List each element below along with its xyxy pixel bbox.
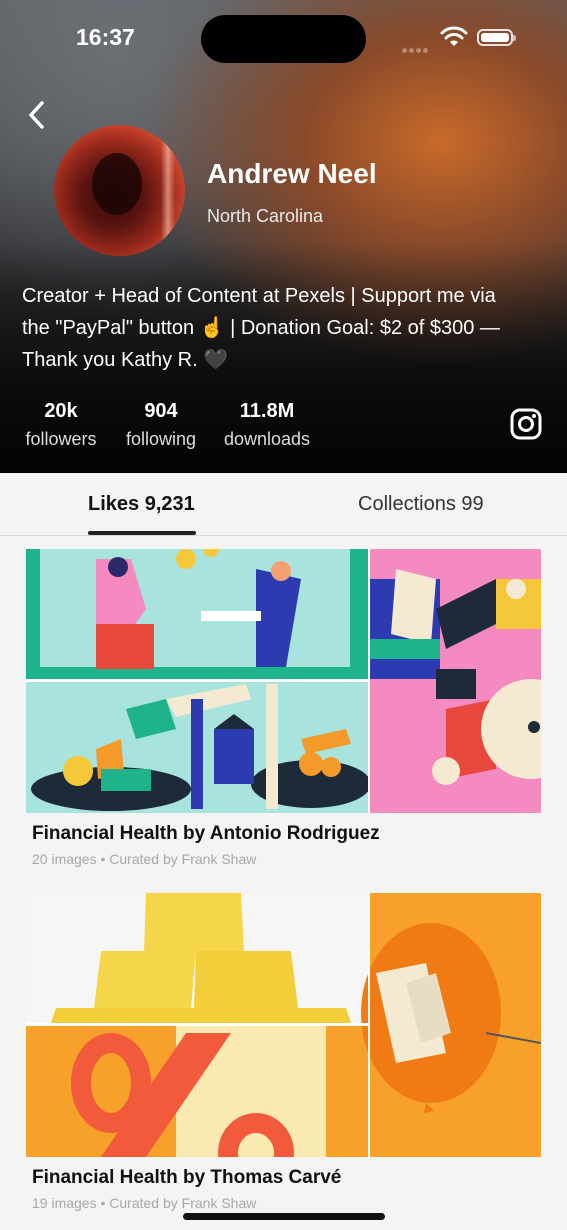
profile-location: North Carolina bbox=[207, 206, 324, 226]
tab-collections[interactable]: Collections 99 bbox=[358, 493, 484, 516]
collection-thumbnail bbox=[26, 893, 541, 1157]
stat-followers[interactable]: 20k followers bbox=[21, 398, 101, 454]
collection-title: Financial Health by Antonio Rodriguez bbox=[32, 823, 380, 844]
collection-collage[interactable] bbox=[26, 893, 541, 1157]
collection-collage[interactable] bbox=[26, 549, 541, 813]
stat-value: 20k bbox=[44, 400, 78, 422]
avatar[interactable] bbox=[54, 125, 185, 256]
status-time: 16:37 bbox=[76, 24, 135, 50]
chevron-left-icon[interactable] bbox=[24, 99, 52, 131]
profile-name: Andrew Neel bbox=[207, 158, 377, 189]
image-count: 19 images bbox=[32, 1195, 97, 1211]
wifi-icon bbox=[440, 26, 468, 46]
stat-downloads: 11.8M downloads bbox=[219, 398, 315, 454]
tab-likes[interactable]: Likes 9,231 bbox=[88, 493, 195, 516]
stat-label: followers bbox=[25, 429, 97, 449]
collection-title: Financial Health by Thomas Carvé bbox=[32, 1167, 342, 1188]
home-indicator[interactable] bbox=[183, 1213, 385, 1220]
curator: Curated by Frank Shaw bbox=[109, 1195, 257, 1211]
profile-header: 16:37 Andrew Neel North Carolina Creator… bbox=[0, 0, 567, 473]
curator: Curated by Frank Shaw bbox=[109, 851, 257, 867]
image-count: 20 images bbox=[32, 851, 97, 867]
collection-meta: 19 images • Curated by Frank Shaw bbox=[32, 1195, 541, 1211]
meta-separator: • bbox=[96, 851, 110, 867]
stat-following[interactable]: 904 following bbox=[120, 398, 202, 454]
meta-separator: • bbox=[96, 1195, 110, 1211]
active-tab-indicator bbox=[88, 531, 196, 535]
status-bar: 16:37 bbox=[0, 0, 567, 80]
collection-card[interactable]: Financial Health by Thomas Carvé 19 imag… bbox=[26, 893, 541, 1211]
dynamic-island bbox=[201, 15, 366, 63]
bio-line: the "PayPal" button ☝️ | Donation Goal: … bbox=[22, 317, 500, 339]
bio-line: Thank you Kathy R. 🖤 bbox=[22, 349, 229, 371]
stat-value: 11.8M bbox=[239, 400, 295, 422]
signal-icon bbox=[402, 40, 430, 58]
profile-tabs: Likes 9,231 Collections 99 bbox=[0, 473, 567, 536]
battery-icon bbox=[477, 29, 516, 46]
stat-label: following bbox=[125, 429, 197, 449]
profile-bio: Creator + Head of Content at Pexels | Su… bbox=[22, 280, 552, 376]
stat-value: 904 bbox=[144, 400, 178, 422]
collection-thumbnail bbox=[26, 549, 541, 813]
collection-card[interactable]: Financial Health by Antonio Rodriguez 20… bbox=[26, 549, 541, 867]
bio-line: Creator + Head of Content at Pexels | Su… bbox=[22, 285, 496, 307]
collection-meta: 20 images • Curated by Frank Shaw bbox=[32, 851, 541, 867]
stat-label: downloads bbox=[223, 429, 311, 449]
instagram-icon[interactable] bbox=[510, 408, 542, 440]
